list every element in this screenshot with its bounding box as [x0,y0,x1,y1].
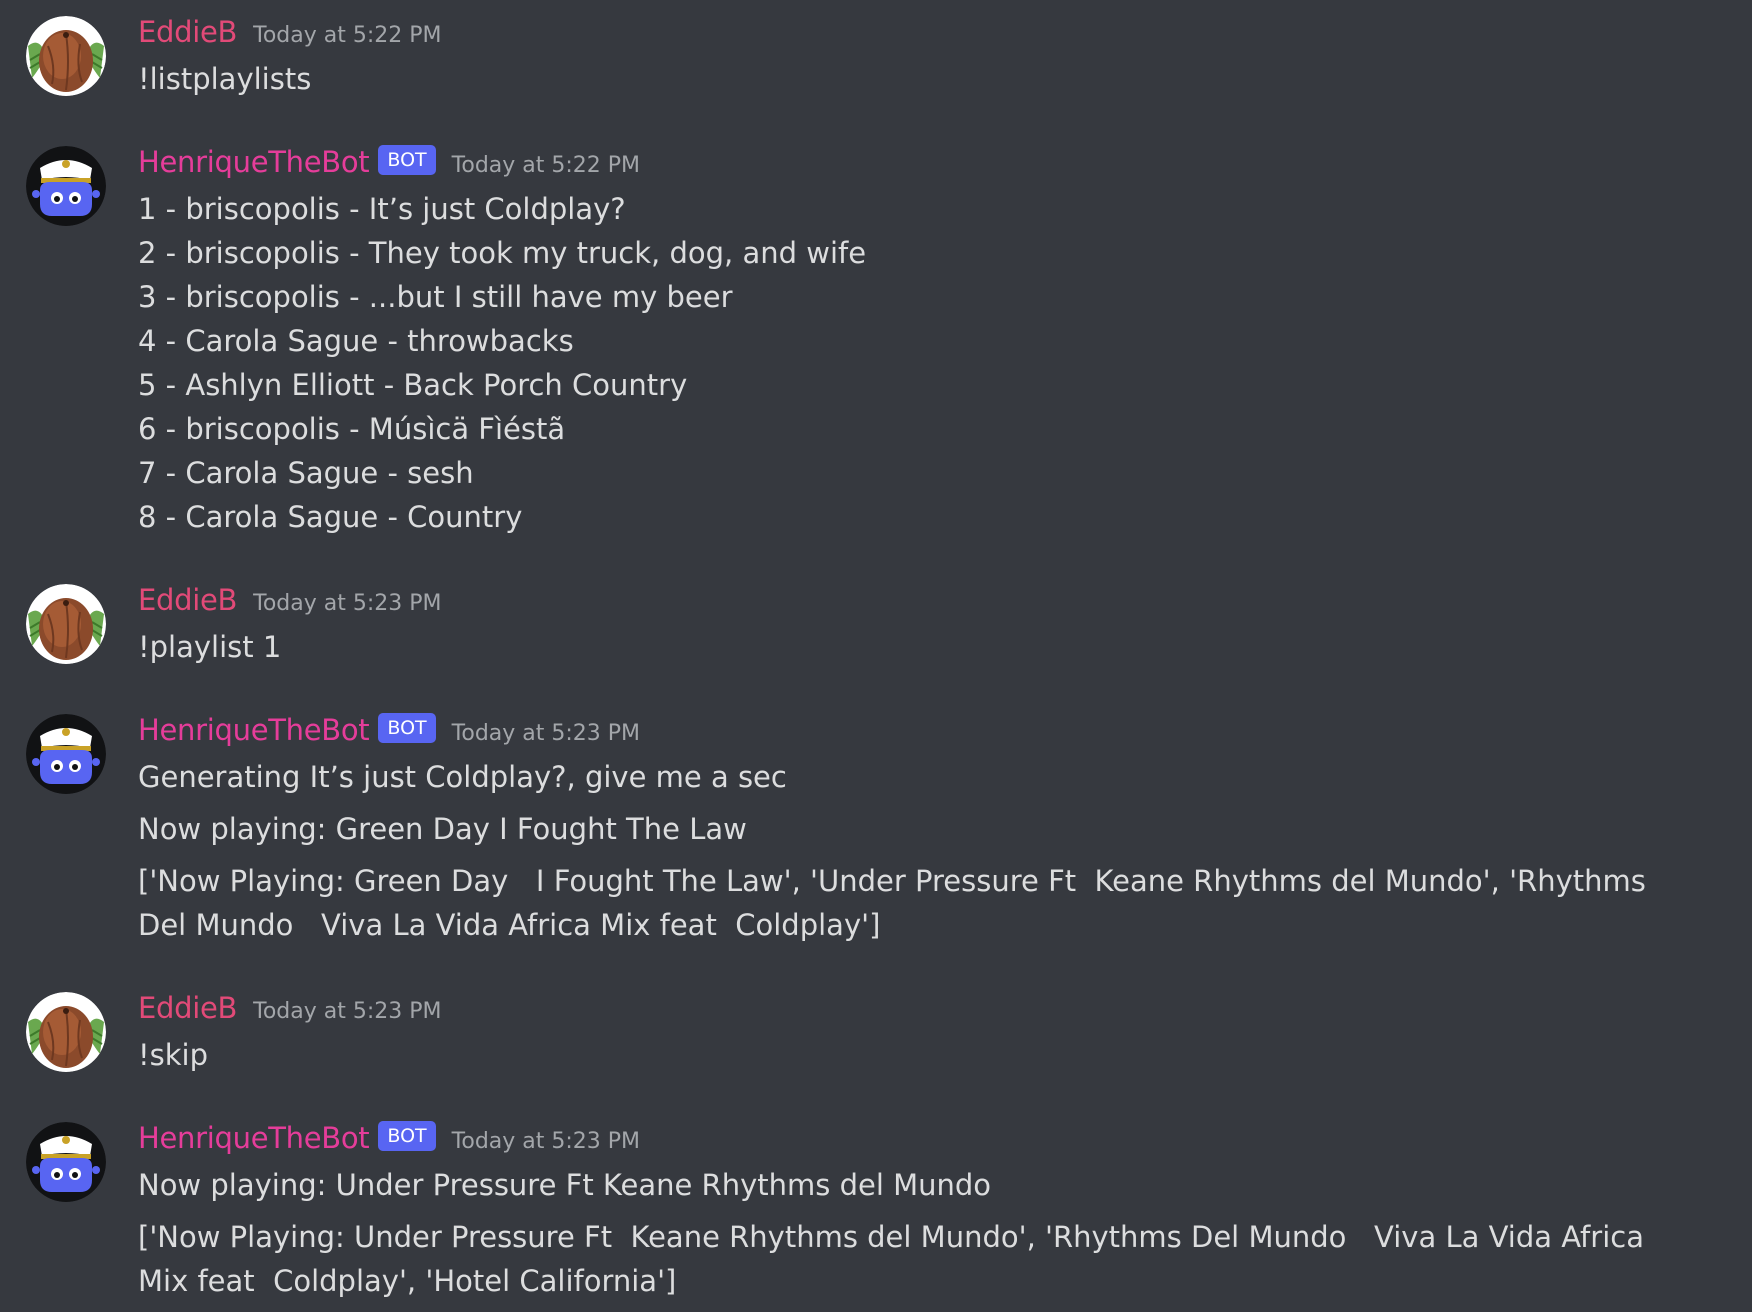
playlist-list-item: 7 - Carola Sague - sesh [138,456,474,490]
message-header: HenriqueTheBot BOT Today at 5:23 PM [138,1118,640,1158]
now-playing-text: Now playing: Green Day I Fought The Law [138,812,747,846]
playlist-list-item: 3 - briscopolis - ...but I still have my… [138,280,733,314]
username[interactable]: EddieB [138,991,237,1025]
username[interactable]: HenriqueTheBot [138,145,370,179]
now-playing-text: Now playing: Under Pressure Ft Keane Rhy… [138,1168,992,1202]
username[interactable]: HenriqueTheBot [138,1121,370,1155]
message-header: HenriqueTheBot BOT Today at 5:23 PM [138,710,640,750]
coconut-avatar-icon[interactable] [26,992,106,1072]
message-header: EddieB Today at 5:22 PM [138,12,442,52]
playlist-list-item: 8 - Carola Sague - Country [138,500,523,534]
message-group: EddieB Today at 5:23 PM !playlist 1 [0,568,1752,686]
message-text: !skip [138,1038,208,1072]
timestamp[interactable]: Today at 5:23 PM [253,999,441,1024]
playlist-list-item: 1 - briscopolis - It’s just Coldplay? [138,192,626,226]
username[interactable]: EddieB [138,15,237,49]
captain-robot-avatar-icon[interactable] [26,146,106,226]
queue-text: ['Now Playing: Under Pressure Ft Keane R… [138,1220,1654,1298]
bot-tag: BOT [378,145,436,175]
playlist-list-item: 5 - Ashlyn Elliott - Back Porch Country [138,368,688,402]
message-group: HenriqueTheBot BOT Today at 5:23 PM Now … [0,1106,1752,1312]
captain-robot-avatar-icon[interactable] [26,714,106,794]
timestamp[interactable]: Today at 5:23 PM [452,721,640,746]
username[interactable]: HenriqueTheBot [138,713,370,747]
bot-tag: BOT [378,1121,436,1151]
timestamp[interactable]: Today at 5:23 PM [452,1129,640,1154]
playlist-list-item: 6 - briscopolis - Músìcä Fìéstã [138,412,566,446]
captain-robot-avatar-icon[interactable] [26,1122,106,1202]
message-group: HenriqueTheBot BOT Today at 5:23 PM Gene… [0,698,1752,958]
timestamp[interactable]: Today at 5:22 PM [253,23,441,48]
message-group: EddieB Today at 5:22 PM !listplaylists [0,0,1752,118]
queue-text: ['Now Playing: Green Day I Fought The La… [138,864,1656,942]
coconut-avatar-icon[interactable] [26,16,106,96]
message-header: EddieB Today at 5:23 PM [138,988,442,1028]
bot-tag: BOT [378,713,436,743]
playlist-list-item: 2 - briscopolis - They took my truck, do… [138,236,867,270]
playlist-list-item: 4 - Carola Sague - throwbacks [138,324,574,358]
coconut-avatar-icon[interactable] [26,584,106,664]
timestamp[interactable]: Today at 5:22 PM [452,153,640,178]
chat-message-list: EddieB Today at 5:22 PM !listplaylists H… [0,0,1752,1312]
message-group: HenriqueTheBot BOT Today at 5:22 PM 1 - … [0,130,1752,550]
message-group: EddieB Today at 5:23 PM !skip [0,976,1752,1094]
message-text: Generating It’s just Coldplay?, give me … [138,760,787,794]
message-text: !listplaylists [138,62,312,96]
message-header: EddieB Today at 5:23 PM [138,580,442,620]
username[interactable]: EddieB [138,583,237,617]
timestamp[interactable]: Today at 5:23 PM [253,591,441,616]
message-text: !playlist 1 [138,630,282,664]
message-header: HenriqueTheBot BOT Today at 5:22 PM [138,142,640,182]
